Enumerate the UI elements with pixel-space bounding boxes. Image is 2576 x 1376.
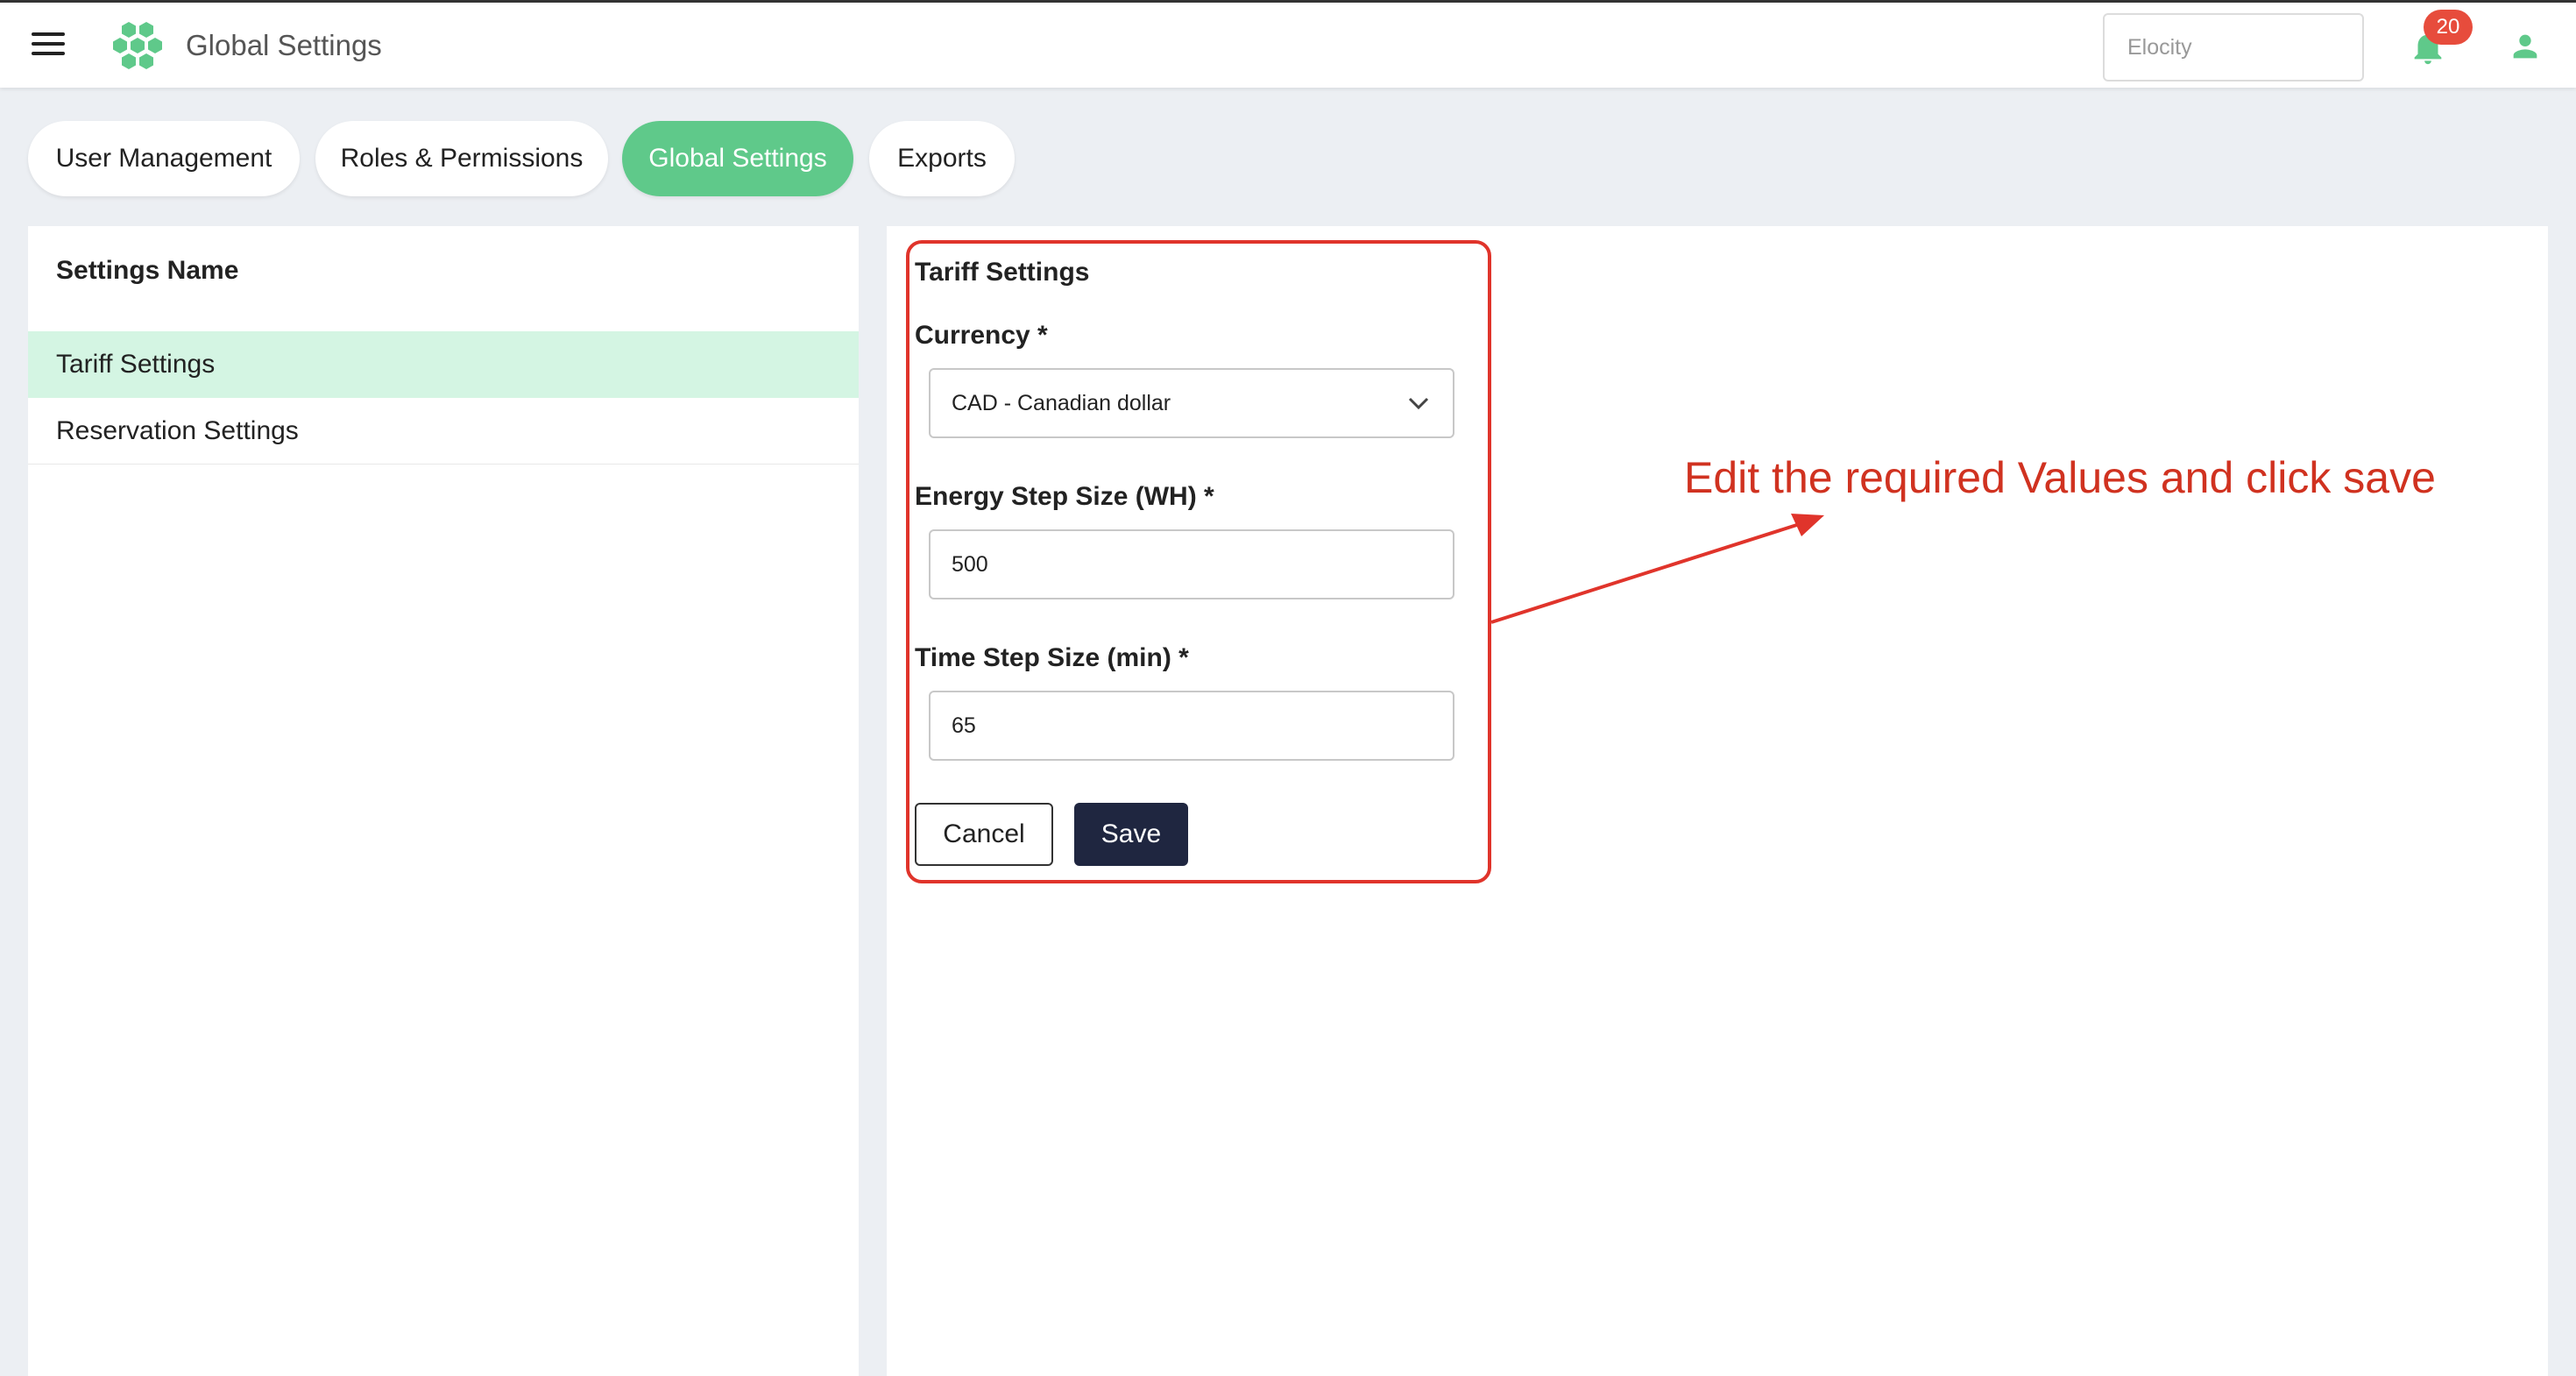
app-logo	[113, 22, 162, 69]
notification-count-badge: 20	[2424, 10, 2473, 45]
settings-list-panel: Settings Name Tariff Settings Reservatio…	[28, 226, 859, 1376]
tab-roles-permissions[interactable]: Roles & Permissions	[315, 121, 608, 196]
search-input[interactable]	[2103, 13, 2364, 82]
page-title: Global Settings	[186, 29, 382, 61]
settings-item-reservation[interactable]: Reservation Settings	[28, 398, 859, 465]
tab-global-settings[interactable]: Global Settings	[622, 121, 853, 196]
annotation-text: Edit the required Values and click save	[1684, 453, 2436, 502]
annotation-highlight-box	[906, 240, 1491, 883]
user-profile-icon[interactable]	[2508, 29, 2543, 64]
menu-icon[interactable]	[32, 32, 65, 59]
tab-user-management[interactable]: User Management	[28, 121, 300, 196]
settings-list-header: Settings Name	[56, 256, 239, 285]
top-bar: Global Settings 20	[0, 0, 2576, 88]
tab-exports[interactable]: Exports	[869, 121, 1015, 196]
settings-item-tariff[interactable]: Tariff Settings	[28, 331, 859, 398]
